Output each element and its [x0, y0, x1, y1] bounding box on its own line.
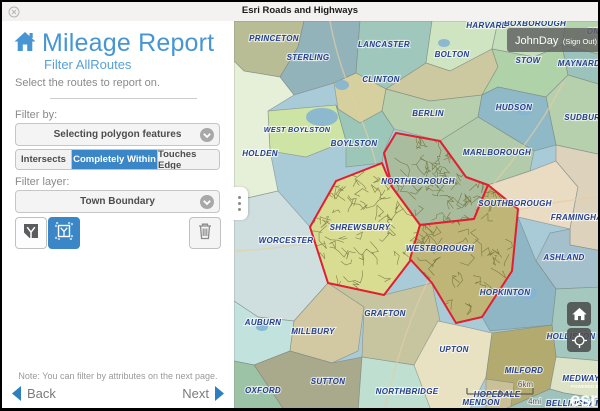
instruction-text: Select the routes to report on.: [15, 77, 160, 89]
town-label: AUBURN: [244, 318, 281, 327]
filter-by-label: Filter by:: [15, 109, 57, 121]
app-window: Esri Roads and Highways Mileage Report F…: [0, 0, 600, 411]
town-label: MAYNARD: [558, 59, 598, 68]
town-label: WEST BOYLSTON: [264, 125, 331, 134]
chevron-right-icon: [214, 385, 226, 402]
town-label: HUDSON: [496, 103, 532, 112]
town-label: STERLING: [287, 53, 330, 62]
map[interactable]: PRINCETON STERLING LANCASTER HARVARDBOXBORO…: [234, 21, 598, 408]
town-label: NORTHBRIDGE: [376, 387, 439, 396]
town-label: HOLDEN: [242, 149, 278, 158]
option-completely-within[interactable]: Completely Within: [72, 150, 158, 169]
water-body: [335, 80, 349, 90]
powered-by-label: POWERED BY: [571, 384, 598, 389]
town-map-svg: PRINCETON STERLING LANCASTER HARVARDBOXBORO…: [234, 21, 598, 408]
town-label: OXFORD: [245, 386, 281, 395]
town-label: MENDON: [462, 398, 499, 407]
page-subtitle: Filter AllRoutes: [44, 57, 131, 72]
select-polygon-icon: [22, 222, 40, 245]
back-button[interactable]: Back: [10, 385, 56, 402]
note-text: Note: You can filter by attributes on th…: [2, 371, 234, 381]
user-badge[interactable]: JohnDay (Sign Out): [507, 28, 600, 52]
wizard-nav: Back Next: [2, 385, 234, 411]
mileage-report-panel: Mileage Report Filter AllRoutes Select t…: [2, 21, 235, 408]
chevron-left-icon: [10, 385, 22, 402]
home-icon: [572, 307, 587, 321]
town-label: FRAMINGHAM: [551, 213, 598, 222]
water-body: [306, 108, 338, 126]
town-label: WESTBOROUGH: [406, 244, 474, 253]
scale-mi-label: 4mi: [528, 397, 541, 406]
town-label: NORTHBOROUGH: [381, 177, 455, 186]
town-label: BOXBOROUGH: [504, 21, 566, 28]
esri-logo: esri: [570, 390, 598, 408]
esri-attribution: POWERED BYesri: [570, 384, 598, 408]
town-label: HARVARD: [466, 21, 508, 30]
town-label: CLINTON: [362, 75, 400, 84]
town-label: ASHLAND: [542, 253, 584, 262]
panel-header: Mileage Report: [14, 29, 214, 58]
town-label: MILLBURY: [291, 327, 335, 336]
chevron-down-icon: [200, 128, 214, 142]
home-icon: [14, 31, 36, 57]
town-label: BERLIN: [412, 109, 444, 118]
option-intersects[interactable]: Intersects: [16, 150, 72, 169]
next-label: Next: [182, 386, 209, 401]
filter-layer-value: Town Boundary: [80, 196, 155, 207]
filter-method-dropdown[interactable]: Selecting polygon features: [15, 123, 220, 146]
town-label: MARLBOROUGH: [463, 148, 531, 157]
town-label: UPTON: [439, 345, 468, 354]
option-touches-edge[interactable]: Touches Edge: [158, 150, 220, 169]
town-label: SUTTON: [311, 377, 346, 386]
town-label: MEDWAY: [562, 374, 598, 383]
town-label: BOLTON: [435, 50, 470, 59]
select-features-button[interactable]: [15, 217, 47, 249]
clear-selection-button[interactable]: [189, 217, 221, 249]
town-label: LANCASTER: [358, 40, 410, 49]
water-body: [438, 39, 450, 47]
chevron-down-icon: [200, 195, 214, 209]
titlebar: Esri Roads and Highways: [2, 2, 598, 22]
town-label: MILFORD: [505, 366, 544, 375]
town-label: PRINCETON: [249, 34, 299, 43]
town-label: SUDBURY: [564, 113, 598, 122]
user-name: JohnDay: [515, 35, 558, 47]
page-title: Mileage Report: [42, 29, 214, 58]
town-label: BOYLSTON: [331, 139, 378, 148]
town-label: SOUTHBOROUGH: [478, 199, 551, 208]
filter-layer-dropdown[interactable]: Town Boundary: [15, 190, 220, 213]
town-label: GRAFTON: [364, 309, 406, 318]
separator: [50, 98, 197, 99]
spatial-relation-segmented-control: Intersects Completely Within Touches Edg…: [15, 149, 220, 170]
town-label: WORCESTER: [259, 236, 314, 245]
town-label: STOW: [515, 56, 541, 65]
scale-km-label: 6km: [518, 380, 533, 389]
town-label: SHREWSBURY: [330, 223, 391, 232]
home-extent-button[interactable]: [567, 302, 591, 326]
select-by-polygon-icon: [54, 221, 74, 246]
panel-collapse-handle[interactable]: [231, 187, 248, 220]
app-title: Esri Roads and Highways: [2, 2, 598, 20]
locate-button[interactable]: [567, 328, 591, 352]
draw-selection-polygon-button[interactable]: [48, 217, 80, 249]
close-icon[interactable]: [8, 5, 20, 17]
sign-out-link[interactable]: (Sign Out): [563, 37, 597, 46]
locate-icon: [571, 332, 588, 349]
trash-icon: [197, 222, 213, 245]
back-label: Back: [27, 386, 56, 401]
filter-method-value: Selecting polygon features: [54, 129, 182, 140]
filter-layer-label: Filter layer:: [15, 176, 69, 188]
next-button[interactable]: Next: [182, 385, 226, 402]
town-label: HOPKINTON: [480, 288, 531, 297]
